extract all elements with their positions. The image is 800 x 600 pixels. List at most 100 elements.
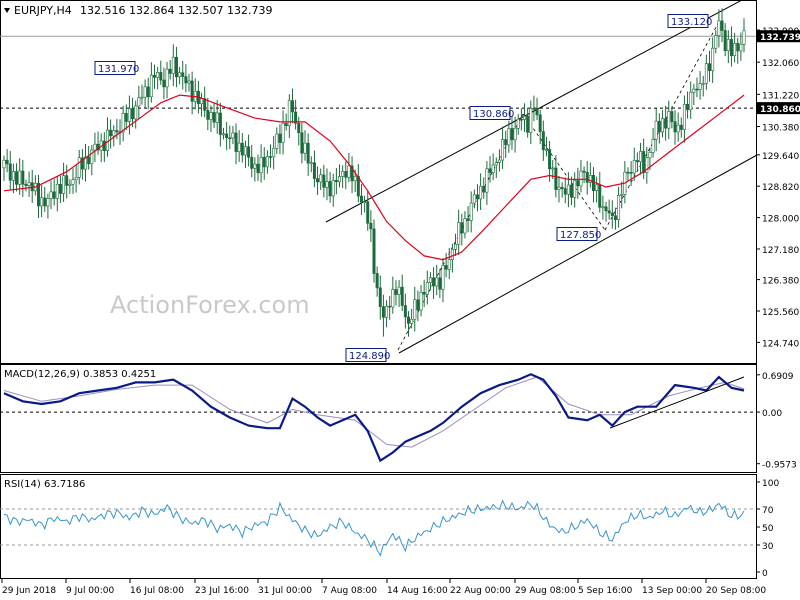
candle-body xyxy=(62,175,66,194)
candle-body xyxy=(156,72,160,78)
candle-body xyxy=(278,133,282,143)
candle-body xyxy=(686,104,690,111)
price-tick-label: 132.060 xyxy=(762,59,799,69)
candle-body xyxy=(701,83,705,85)
candle-body xyxy=(65,175,69,186)
candle-body xyxy=(582,170,586,173)
candle-body xyxy=(140,96,144,99)
candle-body xyxy=(648,152,652,159)
candle-body xyxy=(341,171,345,177)
candle-body xyxy=(247,146,251,158)
candle-body xyxy=(388,305,392,308)
candle-body xyxy=(74,177,78,180)
candle-body xyxy=(2,159,6,169)
candle-body xyxy=(717,20,721,36)
candle-body xyxy=(507,128,511,146)
candle-body xyxy=(312,162,316,179)
candle-body xyxy=(55,184,59,199)
level-label: 130.860 xyxy=(760,105,800,115)
candle-body xyxy=(27,182,31,186)
price-tick-label: 131.220 xyxy=(762,91,799,101)
candle-body xyxy=(93,143,97,151)
candle-body xyxy=(419,292,423,311)
candle-body xyxy=(174,56,178,78)
ohlc-readout: 132.516 132.864 132.507 132.739 xyxy=(80,4,272,17)
chart-canvas: EURJPY,H4 132.516 132.864 132.507 132.73… xyxy=(0,0,800,596)
candle-body xyxy=(604,206,608,212)
candle-body xyxy=(250,156,254,169)
candle-body xyxy=(620,194,624,196)
candle-body xyxy=(218,112,222,135)
candle-body xyxy=(544,149,548,151)
watermark: ActionForex.com xyxy=(110,291,310,319)
candle-body xyxy=(8,163,12,181)
candle-body xyxy=(570,184,574,198)
candle-body xyxy=(491,164,495,173)
candle-body xyxy=(143,86,147,98)
macd-title: MACD(12,26,9) 0.3853 0.4251 xyxy=(4,369,156,380)
macd-tick-label: 0.6909 xyxy=(762,372,794,382)
price-annotation-label: 127.850 xyxy=(560,230,601,241)
candle-body xyxy=(231,132,235,139)
rsi-panel xyxy=(0,474,757,579)
candle-body xyxy=(670,111,674,122)
candle-body xyxy=(43,197,47,207)
candle-body xyxy=(331,180,335,197)
time-tick-label: 9 Jul 00:00 xyxy=(66,586,115,596)
candle-body xyxy=(422,292,426,295)
candle-body xyxy=(695,88,699,91)
candle-body xyxy=(617,194,621,220)
candle-body xyxy=(112,130,116,137)
candle-body xyxy=(676,124,680,133)
candle-body xyxy=(573,180,577,198)
candle-body xyxy=(501,139,505,161)
candle-body xyxy=(334,180,338,183)
time-tick-label: 29 Jun 2018 xyxy=(2,586,56,596)
candle-body xyxy=(15,171,19,185)
candle-body xyxy=(428,277,432,283)
candle-body xyxy=(598,184,602,208)
candle-body xyxy=(466,218,470,221)
macd-axis: 0.6909 0.00 -0.9573 xyxy=(756,372,797,471)
candle-body xyxy=(375,273,379,289)
candle-body xyxy=(651,139,655,153)
candle-body xyxy=(460,222,464,234)
macd-tick-label: 0.00 xyxy=(762,409,782,419)
candle-body xyxy=(711,47,715,71)
candle-body xyxy=(704,63,708,84)
time-tick-label: 13 Sep 00:00 xyxy=(642,586,702,596)
candle-body xyxy=(698,83,702,90)
candle-body xyxy=(153,74,157,78)
candle-body xyxy=(21,170,25,185)
price-tick-label: 127.180 xyxy=(762,246,799,256)
candle-body xyxy=(739,43,743,52)
candle-body xyxy=(400,286,404,306)
candle-body xyxy=(131,108,135,120)
price-tick-label: 128.820 xyxy=(762,183,799,193)
time-tick-label: 7 Aug 08:00 xyxy=(322,586,377,596)
candle-body xyxy=(532,108,536,110)
rsi-tick-label: 30 xyxy=(762,542,774,552)
candle-body xyxy=(181,72,185,77)
candle-body xyxy=(134,105,138,120)
candle-body xyxy=(635,160,639,163)
time-axis: 29 Jun 2018 9 Jul 00:00 16 Jul 08:00 23 Jul… xyxy=(1,579,766,596)
candle-body xyxy=(660,118,664,133)
candle-body xyxy=(513,127,517,141)
candle-body xyxy=(736,43,740,52)
candle-body xyxy=(102,140,106,152)
candle-body xyxy=(281,123,285,143)
candle-body xyxy=(591,175,595,191)
candle-body xyxy=(720,20,724,31)
candle-body xyxy=(162,79,166,88)
candle-body xyxy=(479,185,483,200)
candle-body xyxy=(444,265,448,270)
candle-body xyxy=(77,157,81,178)
candle-body xyxy=(68,183,72,186)
candle-body xyxy=(482,185,486,193)
candle-body xyxy=(178,72,182,78)
candle-body xyxy=(325,181,329,188)
candle-body xyxy=(253,163,257,169)
candle-body xyxy=(548,149,552,170)
candle-body xyxy=(18,170,22,185)
